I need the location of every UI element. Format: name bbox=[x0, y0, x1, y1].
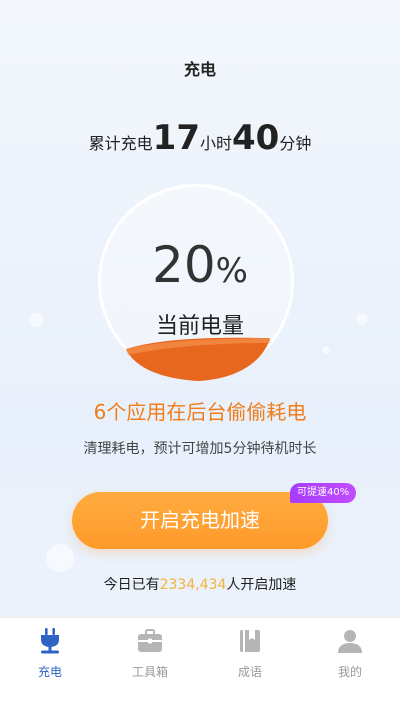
battery-percent: 20% bbox=[0, 236, 400, 294]
today-suffix: 人开启加速 bbox=[226, 577, 297, 593]
tab-idioms[interactable]: 成语 bbox=[200, 618, 300, 711]
total-charge-prefix: 累计充电 bbox=[88, 134, 153, 153]
tab-label: 工具箱 bbox=[131, 665, 168, 679]
total-charge-time: 累计充电17小时40分钟 bbox=[0, 118, 400, 158]
page-title: 充电 bbox=[183, 60, 216, 79]
minutes-unit: 分钟 bbox=[279, 134, 312, 153]
toolbox-icon bbox=[136, 627, 164, 655]
book-icon bbox=[236, 627, 264, 655]
today-users-count: 今日已有2334,434人开启加速 bbox=[0, 574, 400, 594]
battery-percent-unit: % bbox=[215, 251, 248, 291]
cleanup-hint: 清理耗电，预计可增加5分钟待机时长 bbox=[83, 441, 317, 457]
tab-toolbox[interactable]: 工具箱 bbox=[100, 618, 200, 711]
decor-bubble bbox=[322, 346, 330, 354]
tab-label: 充电 bbox=[37, 665, 62, 679]
total-charge-hours: 17 bbox=[152, 118, 200, 158]
tab-mine[interactable]: 我的 bbox=[300, 618, 400, 711]
user-icon bbox=[336, 627, 364, 655]
bottom-tab-bar: 充电 工具箱 成语 我的 bbox=[0, 617, 400, 711]
battery-percent-value: 20 bbox=[152, 236, 216, 294]
background-apps-warning: 6个应用在后台偷偷耗电 bbox=[93, 400, 307, 424]
today-count: 2334,434 bbox=[159, 577, 227, 593]
total-charge-minutes: 40 bbox=[232, 118, 280, 158]
tab-label: 成语 bbox=[237, 665, 262, 679]
hours-unit: 小时 bbox=[199, 134, 232, 153]
plug-icon bbox=[36, 627, 64, 655]
decor-bubble bbox=[46, 544, 74, 572]
speedup-badge: 可提速40% bbox=[290, 483, 357, 503]
tab-charge[interactable]: 充电 bbox=[0, 618, 100, 711]
battery-wave bbox=[126, 337, 270, 381]
tab-label: 我的 bbox=[337, 665, 362, 679]
today-prefix: 今日已有 bbox=[103, 577, 160, 593]
